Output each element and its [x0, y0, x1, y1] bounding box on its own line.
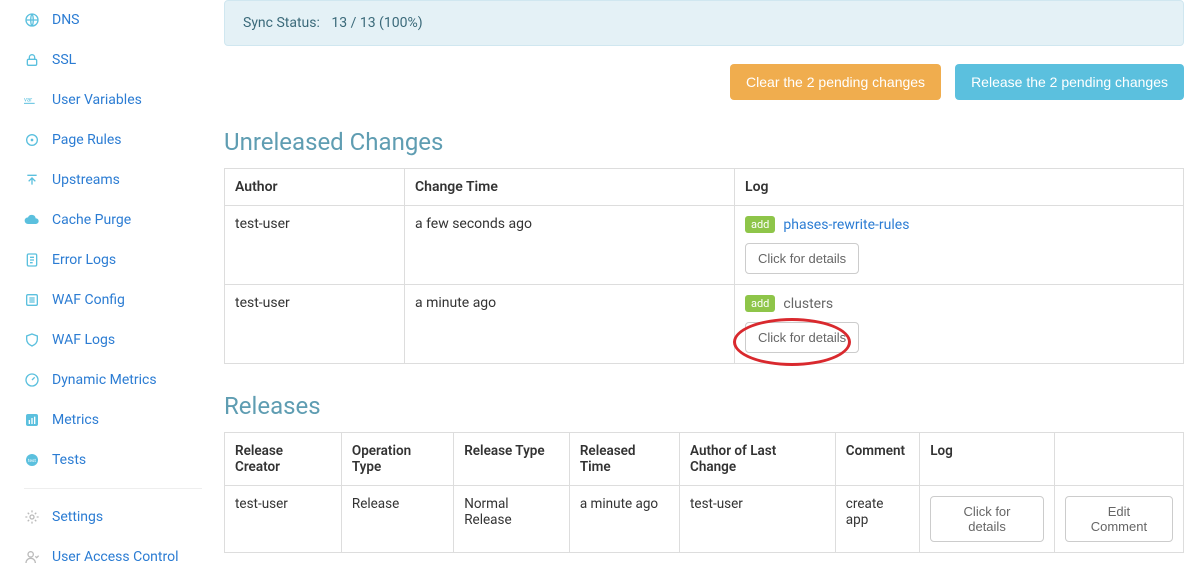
sidebar: DNS SSL var User Variables Page Rules Up…: [0, 0, 210, 586]
sidebar-item-label: SSL: [52, 52, 76, 68]
cell-author: test-user: [225, 285, 405, 364]
col-rel-time: Released Time: [569, 433, 679, 486]
unreleased-heading: Unreleased Changes: [224, 128, 1184, 156]
sidebar-item-settings[interactable]: Settings: [24, 497, 202, 537]
col-op-type: Operation Type: [341, 433, 453, 486]
add-tag: add: [745, 216, 775, 233]
table-row: test-user a minute ago add clusters Clic…: [225, 285, 1184, 364]
cell-time: a few seconds ago: [405, 206, 735, 285]
sidebar-item-label: Page Rules: [52, 132, 122, 148]
cell-log: add clusters Click for details: [735, 285, 1184, 364]
sidebar-item-user-variables[interactable]: var User Variables: [24, 80, 202, 120]
cell-lastauth: test-user: [680, 486, 836, 553]
target-icon: [24, 132, 40, 148]
sidebar-item-tests[interactable]: test Tests: [24, 440, 202, 480]
sidebar-item-upstreams[interactable]: Upstreams: [24, 160, 202, 200]
cell-log: Click for details: [920, 486, 1055, 553]
sidebar-item-dns[interactable]: DNS: [24, 0, 202, 40]
sidebar-item-label: WAF Logs: [52, 332, 115, 348]
gauge-icon: [24, 372, 40, 388]
edit-comment-button[interactable]: Edit Comment: [1065, 496, 1173, 542]
sidebar-item-label: Upstreams: [52, 172, 120, 188]
log-text: phases-rewrite-rules: [783, 217, 909, 233]
clear-pending-button[interactable]: Clear the 2 pending changes: [730, 64, 941, 100]
col-author: Author: [225, 169, 405, 206]
sidebar-item-label: Dynamic Metrics: [52, 372, 157, 388]
sidebar-item-label: Metrics: [52, 412, 99, 428]
sidebar-item-error-logs[interactable]: Error Logs: [24, 240, 202, 280]
sync-status-value: 13 / 13 (100%): [331, 15, 422, 31]
sidebar-divider: [24, 488, 202, 489]
log-text: clusters: [783, 296, 833, 312]
svg-text:var: var: [24, 96, 32, 103]
var-icon: var: [24, 92, 40, 108]
col-change-time: Change Time: [405, 169, 735, 206]
cell-log: add phases-rewrite-rules Click for detai…: [735, 206, 1184, 285]
details-button[interactable]: Click for details: [745, 243, 859, 274]
col-log: Log: [735, 169, 1184, 206]
user-icon: [24, 549, 40, 565]
add-tag: add: [745, 295, 775, 312]
action-bar: Clear the 2 pending changes Release the …: [224, 64, 1184, 100]
details-button[interactable]: Click for details: [930, 496, 1044, 542]
sidebar-item-label: DNS: [52, 12, 80, 28]
globe-icon: [24, 12, 40, 28]
cloud-icon: [24, 212, 40, 228]
sidebar-item-label: Settings: [52, 509, 103, 525]
details-button[interactable]: Click for details: [745, 322, 859, 353]
sidebar-item-user-access-control[interactable]: User Access Control: [24, 537, 202, 577]
releases-table: Release Creator Operation Type Release T…: [224, 432, 1184, 553]
cell-reltype: Normal Release: [454, 486, 570, 553]
sidebar-item-waf-logs[interactable]: WAF Logs: [24, 320, 202, 360]
test-icon: test: [24, 452, 40, 468]
sync-status-bar: Sync Status: 13 / 13 (100%): [224, 0, 1184, 46]
sidebar-item-label: Tests: [52, 452, 86, 468]
cell-actions: Edit Comment: [1054, 486, 1183, 553]
col-log: Log: [920, 433, 1055, 486]
col-last-author: Author of Last Change: [680, 433, 836, 486]
sync-status-label: Sync Status:: [243, 15, 320, 31]
table-row: test-user Release Normal Release a minut…: [225, 486, 1184, 553]
svg-text:test: test: [28, 458, 36, 464]
upstream-icon: [24, 172, 40, 188]
cell-author: test-user: [225, 206, 405, 285]
shield-icon: [24, 332, 40, 348]
sidebar-item-metrics[interactable]: Metrics: [24, 400, 202, 440]
sidebar-item-page-rules[interactable]: Page Rules: [24, 120, 202, 160]
sidebar-item-label: User Variables: [52, 92, 142, 108]
main-content: Sync Status: 13 / 13 (100%) Clear the 2 …: [210, 0, 1184, 586]
cell-comment: create app: [835, 486, 919, 553]
sidebar-item-dynamic-metrics[interactable]: Dynamic Metrics: [24, 360, 202, 400]
cell-optype: Release: [341, 486, 453, 553]
col-actions: [1054, 433, 1183, 486]
sidebar-item-cache-purge[interactable]: Cache Purge: [24, 200, 202, 240]
chart-icon: [24, 412, 40, 428]
gear-icon: [24, 509, 40, 525]
col-comment: Comment: [835, 433, 919, 486]
cell-creator: test-user: [225, 486, 342, 553]
sidebar-item-ssl[interactable]: SSL: [24, 40, 202, 80]
sidebar-item-label: Cache Purge: [52, 212, 131, 228]
releases-heading: Releases: [224, 392, 1184, 420]
lock-icon: [24, 52, 40, 68]
col-rel-type: Release Type: [454, 433, 570, 486]
cell-reltime: a minute ago: [569, 486, 679, 553]
sidebar-item-label: Error Logs: [52, 252, 116, 268]
table-row: test-user a few seconds ago add phases-r…: [225, 206, 1184, 285]
col-release-creator: Release Creator: [225, 433, 342, 486]
doc-icon: [24, 252, 40, 268]
cell-time: a minute ago: [405, 285, 735, 364]
sidebar-item-label: WAF Config: [52, 292, 125, 308]
release-pending-button[interactable]: Release the 2 pending changes: [955, 64, 1184, 100]
sidebar-item-label: User Access Control: [52, 549, 179, 565]
sidebar-item-waf-config[interactable]: WAF Config: [24, 280, 202, 320]
list-icon: [24, 292, 40, 308]
unreleased-table: Author Change Time Log test-user a few s…: [224, 168, 1184, 364]
